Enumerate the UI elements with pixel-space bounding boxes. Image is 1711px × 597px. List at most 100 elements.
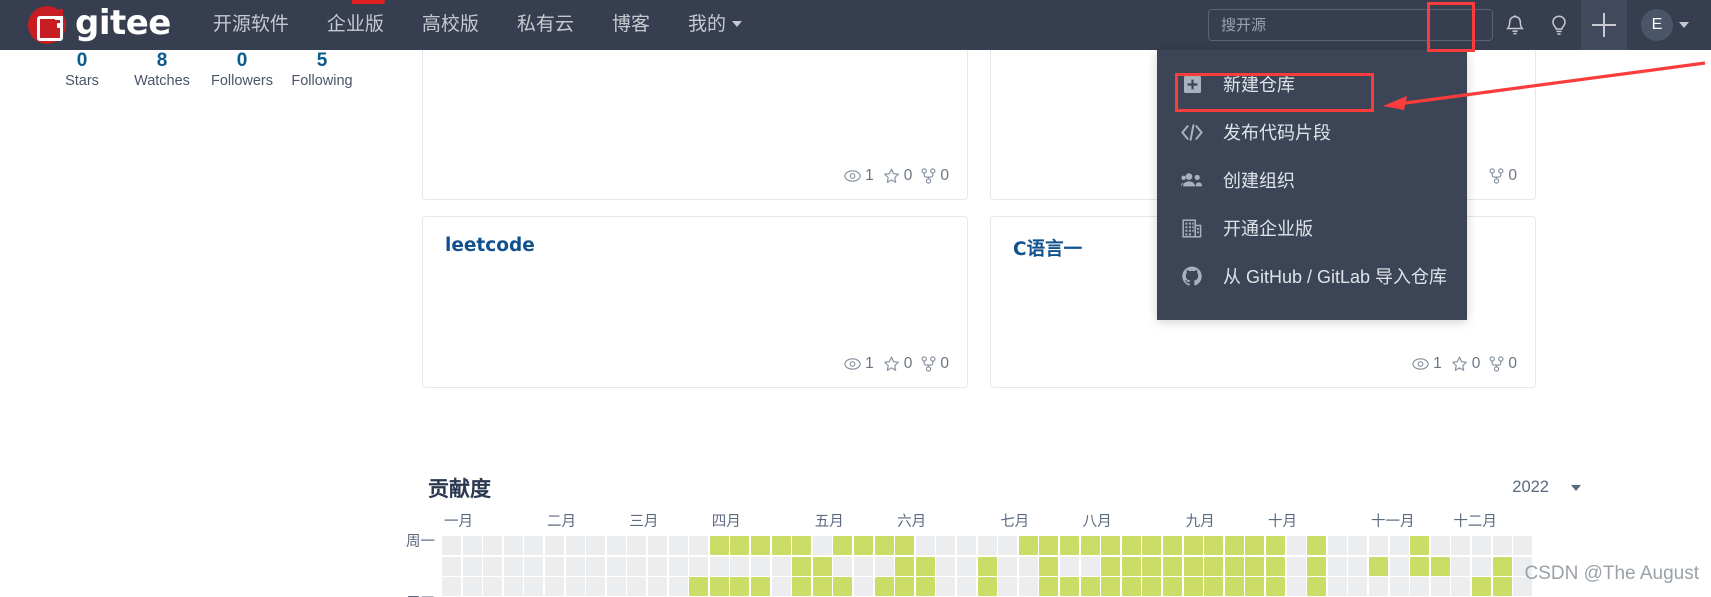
contribution-cell[interactable] bbox=[1039, 577, 1059, 597]
repository-name[interactable]: leetcode bbox=[445, 235, 535, 256]
contribution-cell[interactable] bbox=[771, 536, 791, 555]
contribution-cell[interactable] bbox=[565, 577, 585, 597]
contribution-cell[interactable] bbox=[545, 536, 564, 555]
contribution-cell[interactable] bbox=[606, 556, 626, 576]
contribution-cell[interactable] bbox=[1018, 577, 1038, 597]
contribution-cell[interactable] bbox=[1121, 577, 1141, 597]
contribution-cell[interactable] bbox=[1307, 536, 1327, 555]
contribution-cell[interactable] bbox=[1327, 577, 1347, 597]
nav-item-3[interactable]: 私有云 bbox=[517, 0, 574, 50]
contribution-cell[interactable] bbox=[648, 556, 667, 576]
contribution-cell[interactable] bbox=[977, 536, 997, 555]
nav-item-4[interactable]: 博客 bbox=[612, 0, 650, 50]
watch-stat[interactable]: 1 bbox=[844, 355, 874, 373]
contribution-cell[interactable] bbox=[751, 577, 770, 597]
contribution-cell[interactable] bbox=[709, 536, 729, 555]
contribution-cell[interactable] bbox=[998, 536, 1018, 555]
contribution-cell[interactable] bbox=[977, 577, 997, 597]
contribution-cell[interactable] bbox=[1039, 536, 1059, 555]
contribution-cell[interactable] bbox=[1307, 577, 1327, 597]
contribution-cell[interactable] bbox=[895, 536, 915, 555]
contribution-cell[interactable] bbox=[1389, 577, 1409, 597]
contribution-cell[interactable] bbox=[1018, 536, 1038, 555]
contribution-cell[interactable] bbox=[1060, 536, 1079, 555]
contribution-cell[interactable] bbox=[524, 536, 544, 555]
star-stat[interactable]: 0 bbox=[883, 167, 912, 185]
contribution-cell[interactable] bbox=[689, 536, 709, 555]
contribution-cell[interactable] bbox=[565, 536, 585, 555]
contribution-cell[interactable] bbox=[1224, 536, 1244, 555]
contribution-cell[interactable] bbox=[1327, 536, 1347, 555]
contribution-cell[interactable] bbox=[1389, 556, 1409, 576]
contribution-cell[interactable] bbox=[936, 536, 956, 555]
contribution-cell[interactable] bbox=[586, 577, 606, 597]
contribution-cell[interactable] bbox=[1369, 577, 1388, 597]
contribution-cell[interactable] bbox=[709, 556, 729, 576]
contribution-cell[interactable] bbox=[915, 577, 935, 597]
contribution-cell[interactable] bbox=[1183, 577, 1203, 597]
contribution-cell[interactable] bbox=[1451, 556, 1471, 576]
profile-stat-followers[interactable]: 0 Followers bbox=[202, 50, 282, 102]
contribution-cell[interactable] bbox=[1101, 556, 1121, 576]
watch-stat[interactable]: 1 bbox=[844, 167, 874, 185]
dropdown-item-0[interactable]: 新建仓库 bbox=[1157, 60, 1467, 108]
fork-stat[interactable]: 0 bbox=[1489, 167, 1517, 185]
contribution-cell[interactable] bbox=[648, 536, 667, 555]
contribution-cell[interactable] bbox=[812, 577, 832, 597]
contribution-cell[interactable] bbox=[1348, 536, 1368, 555]
contribution-cell[interactable] bbox=[606, 536, 626, 555]
contribution-cell[interactable] bbox=[1224, 556, 1244, 576]
contribution-cell[interactable] bbox=[1369, 556, 1388, 576]
contribution-cell[interactable] bbox=[1142, 536, 1162, 555]
contribution-cell[interactable] bbox=[1163, 577, 1182, 597]
contribution-cell[interactable] bbox=[1101, 536, 1121, 555]
contribution-cell[interactable] bbox=[1080, 536, 1100, 555]
contribution-cell[interactable] bbox=[751, 536, 770, 555]
contribution-cell[interactable] bbox=[854, 536, 873, 555]
contribution-cell[interactable] bbox=[1286, 577, 1306, 597]
contribution-cell[interactable] bbox=[1163, 556, 1182, 576]
contribution-cell[interactable] bbox=[1204, 577, 1224, 597]
contribution-cell[interactable] bbox=[524, 556, 544, 576]
contribution-cell[interactable] bbox=[1389, 536, 1409, 555]
contribution-cell[interactable] bbox=[771, 556, 791, 576]
contribution-cell[interactable] bbox=[668, 556, 688, 576]
contribution-cell[interactable] bbox=[1327, 556, 1347, 576]
contribution-cell[interactable] bbox=[874, 536, 894, 555]
contribution-cell[interactable] bbox=[1121, 536, 1141, 555]
contribution-cell[interactable] bbox=[668, 536, 688, 555]
profile-stat-stars[interactable]: 0 Stars bbox=[42, 50, 122, 102]
contribution-cell[interactable] bbox=[998, 556, 1018, 576]
dropdown-item-1[interactable]: 发布代码片段 bbox=[1157, 108, 1467, 156]
contribution-cell[interactable] bbox=[957, 536, 976, 555]
contribution-cell[interactable] bbox=[606, 577, 626, 597]
contribution-cell[interactable] bbox=[668, 577, 688, 597]
contribution-cell[interactable] bbox=[1410, 577, 1430, 597]
fork-stat[interactable]: 0 bbox=[1489, 355, 1517, 373]
profile-stat-watches[interactable]: 8 Watches bbox=[122, 50, 202, 102]
contribution-cell[interactable] bbox=[1080, 556, 1100, 576]
nav-item-2[interactable]: 高校版 bbox=[422, 0, 479, 50]
contribution-cell[interactable] bbox=[1080, 577, 1100, 597]
contribution-cell[interactable] bbox=[627, 577, 647, 597]
contribution-cell[interactable] bbox=[895, 556, 915, 576]
contribution-cell[interactable] bbox=[792, 556, 812, 576]
contribution-cell[interactable] bbox=[730, 536, 750, 555]
contribution-cell[interactable] bbox=[1286, 536, 1306, 555]
contribution-cell[interactable] bbox=[1286, 556, 1306, 576]
user-menu[interactable]: E bbox=[1641, 9, 1689, 41]
dropdown-item-4[interactable]: 从 GitHub / GitLab 导入仓库 bbox=[1157, 252, 1467, 300]
contribution-cell[interactable] bbox=[854, 556, 873, 576]
repository-card[interactable]: 1 0 0 bbox=[422, 40, 968, 200]
contribution-cell[interactable] bbox=[483, 577, 503, 597]
fork-stat[interactable]: 0 bbox=[921, 355, 949, 373]
contribution-cell[interactable] bbox=[483, 536, 503, 555]
repository-card[interactable]: leetcode 1 0 0 bbox=[422, 216, 968, 388]
contribution-cell[interactable] bbox=[689, 556, 709, 576]
contribution-cell[interactable] bbox=[503, 577, 523, 597]
contribution-cell[interactable] bbox=[1472, 536, 1491, 555]
contribution-year-select[interactable]: 2022 bbox=[1512, 478, 1581, 497]
contribution-cell[interactable] bbox=[874, 577, 894, 597]
notification-bell-icon[interactable] bbox=[1493, 0, 1537, 50]
contribution-cell[interactable] bbox=[957, 556, 976, 576]
